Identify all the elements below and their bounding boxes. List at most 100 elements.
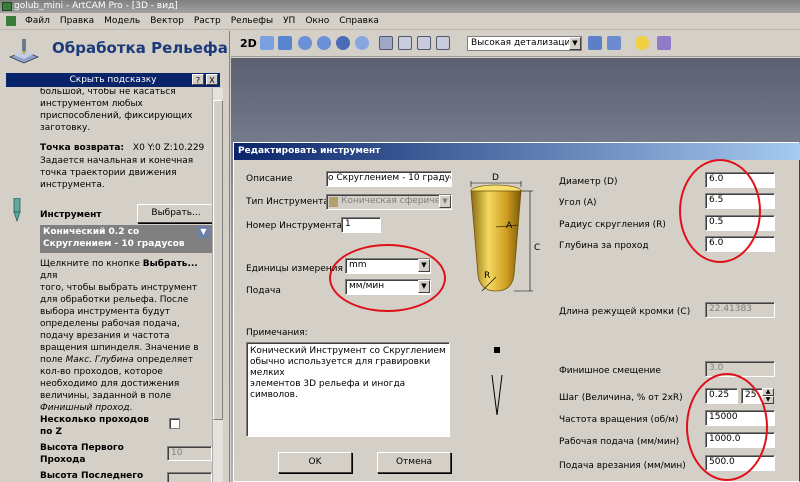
first-pass-label: Высота Первого Прохода <box>40 443 124 465</box>
notes-line: элементов 3D рельефа и иногда символов. <box>250 379 406 400</box>
description-input[interactable]: о Скруглением - 10 градусов <box>326 171 452 187</box>
flute-length-input: 22.41383 <box>705 302 775 318</box>
finish-offset-label: Финишное смещение <box>559 366 661 376</box>
description-line: кол-во проходов, которое <box>40 366 212 378</box>
radius-label: Радиус скругления (R) <box>559 220 666 230</box>
choose-tool-button[interactable]: Выбрать... <box>137 204 212 223</box>
hint-text-top: большой, чтобы не касаться инструментом … <box>40 88 212 134</box>
description-line: Щелкните по кнопке Выбрать... для <box>40 258 212 282</box>
hint-line: Задается начальная и конечная <box>40 156 194 166</box>
home-point-value: X0 Y:0 Z:10.229 <box>132 143 205 153</box>
pan-view-icon[interactable] <box>278 36 292 50</box>
render-mode-icon[interactable] <box>588 36 602 50</box>
window-title-bar[interactable]: golub_mini - ArtCAM Pro - [3D - вид] <box>0 0 800 13</box>
description-fragment: кол-во проходов, которое <box>40 367 163 377</box>
annotation-oval <box>686 373 768 481</box>
description-line: поле Макс. Глубина определяет <box>40 354 212 366</box>
tool-expand-arrow[interactable]: ▼ <box>197 226 210 238</box>
tool-type-value: Коническая сферичес <box>341 196 446 206</box>
diameter-label: Диаметр (D) <box>559 177 618 187</box>
diagram-label-r: R <box>484 271 491 281</box>
angle-label: Угол (A) <box>559 198 597 208</box>
tool-icon <box>13 198 21 222</box>
menu-toolpaths[interactable]: УП <box>278 16 300 26</box>
description-fragment: поле <box>40 355 66 365</box>
scrollbar-thumb[interactable] <box>213 100 223 420</box>
notes-label: Примечания: <box>246 328 308 338</box>
description-line: определены рабочая подача, <box>40 318 212 330</box>
material-icon[interactable] <box>657 36 671 50</box>
menu-raster[interactable]: Растр <box>189 16 226 26</box>
front-view-icon[interactable] <box>398 36 412 50</box>
description-fragment: определены рабочая подача, <box>40 319 180 329</box>
menu-vector[interactable]: Вектор <box>145 16 189 26</box>
quality-select[interactable]: Высокая детализация ▼ <box>467 36 582 51</box>
panel-header: Обработка Рельефа <box>0 31 230 73</box>
view-2d-button[interactable]: 2D <box>240 37 257 50</box>
menu-model[interactable]: Модель <box>99 16 145 26</box>
multipass-label: Несколько проходов по Z <box>40 415 149 437</box>
document-icon[interactable] <box>6 16 16 26</box>
zoom-extents-icon[interactable] <box>336 36 350 50</box>
units-label: Единицы измерения <box>246 264 343 274</box>
menu-bar: Файл Правка Модель Вектор Растр Рельефы … <box>0 13 800 30</box>
light-bulb-icon[interactable] <box>635 36 649 50</box>
hint-line: приспособлений, фиксирующих <box>40 111 193 121</box>
feed-rate-label: Рабочая подача (мм/мин) <box>559 437 680 447</box>
home-point-label: Точка возврата: <box>40 143 125 153</box>
chevron-down-icon[interactable]: ▼ <box>439 195 451 208</box>
description-line: подачу врезания и частота <box>40 330 212 342</box>
hide-hint-label: Скрыть подсказку <box>69 75 157 85</box>
zoom-previous-icon[interactable] <box>355 36 369 50</box>
feed-units-label: Подача <box>246 286 281 296</box>
tool-type-select[interactable]: Коническая сферичес ▼ <box>326 194 452 210</box>
chevron-down-icon[interactable]: ▼ <box>569 37 581 50</box>
ok-button[interactable]: OK <box>278 452 352 473</box>
iso-view-icon[interactable] <box>379 36 393 50</box>
menu-reliefs[interactable]: Рельефы <box>226 16 278 26</box>
tool-diagram <box>470 181 533 292</box>
description-fragment: выбора инструмента будут <box>40 307 171 317</box>
rotate-view-icon[interactable] <box>260 36 274 50</box>
zoom-in-icon[interactable] <box>298 36 312 50</box>
description-line: величины, заданной в поле <box>40 390 212 402</box>
spin-up-icon[interactable]: ▲ <box>762 388 774 396</box>
top-view-icon[interactable] <box>436 36 450 50</box>
menu-file[interactable]: Файл <box>20 16 55 26</box>
side-view-icon[interactable] <box>417 36 431 50</box>
spindle-speed-label: Частота вращения (об/м) <box>559 415 679 425</box>
description-line: выбора инструмента будут <box>40 306 212 318</box>
hint-line: инструмента. <box>40 180 105 190</box>
description-fragment: для обработки рельефа. После <box>40 295 189 305</box>
description-line: вращения шпинделя. Значение в <box>40 342 212 354</box>
cancel-button[interactable]: Отмена <box>377 452 451 473</box>
first-pass-input[interactable]: 10 <box>167 446 212 461</box>
hide-hint-bar[interactable]: Скрыть подсказку ? X <box>6 73 220 87</box>
stepover-spinner[interactable]: ▲ ▼ <box>762 388 774 404</box>
plunge-rate-label: Подача врезания (мм/мин) <box>559 461 686 471</box>
menu-edit[interactable]: Правка <box>55 16 99 26</box>
diagram-label-d: D <box>492 173 499 183</box>
dialog-title[interactable]: Редактировать инструмент <box>234 143 800 160</box>
window-title: golub_mini - ArtCAM Pro - [3D - вид] <box>14 1 178 11</box>
description-line: необходимо для достижения <box>40 378 212 390</box>
menu-window[interactable]: Окно <box>300 16 334 26</box>
hint-close-button[interactable]: X <box>206 74 218 85</box>
axes-icon[interactable] <box>607 36 621 50</box>
multipass-checkbox[interactable] <box>169 418 180 429</box>
annotation-oval <box>329 244 446 312</box>
tool-number-input[interactable]: 1 <box>341 217 381 233</box>
app-icon <box>2 2 12 11</box>
zoom-out-icon[interactable] <box>317 36 331 50</box>
panel-scrollbar[interactable] <box>212 88 223 482</box>
notes-textarea[interactable]: Конический Инструмент со Скруглением обы… <box>246 342 450 437</box>
menu-help[interactable]: Справка <box>334 16 384 26</box>
hint-help-button[interactable]: ? <box>192 74 204 85</box>
panel-title: Обработка Рельефа <box>52 39 228 57</box>
tool-label: Инструмент <box>40 210 102 220</box>
description-fragment: необходимо для достижения <box>40 379 180 389</box>
depth-label: Глубина за проход <box>559 241 649 251</box>
hint-line: инструментом любых <box>40 99 143 109</box>
last-pass-input[interactable] <box>167 472 212 482</box>
description-line: Финишный проход. <box>40 402 212 414</box>
